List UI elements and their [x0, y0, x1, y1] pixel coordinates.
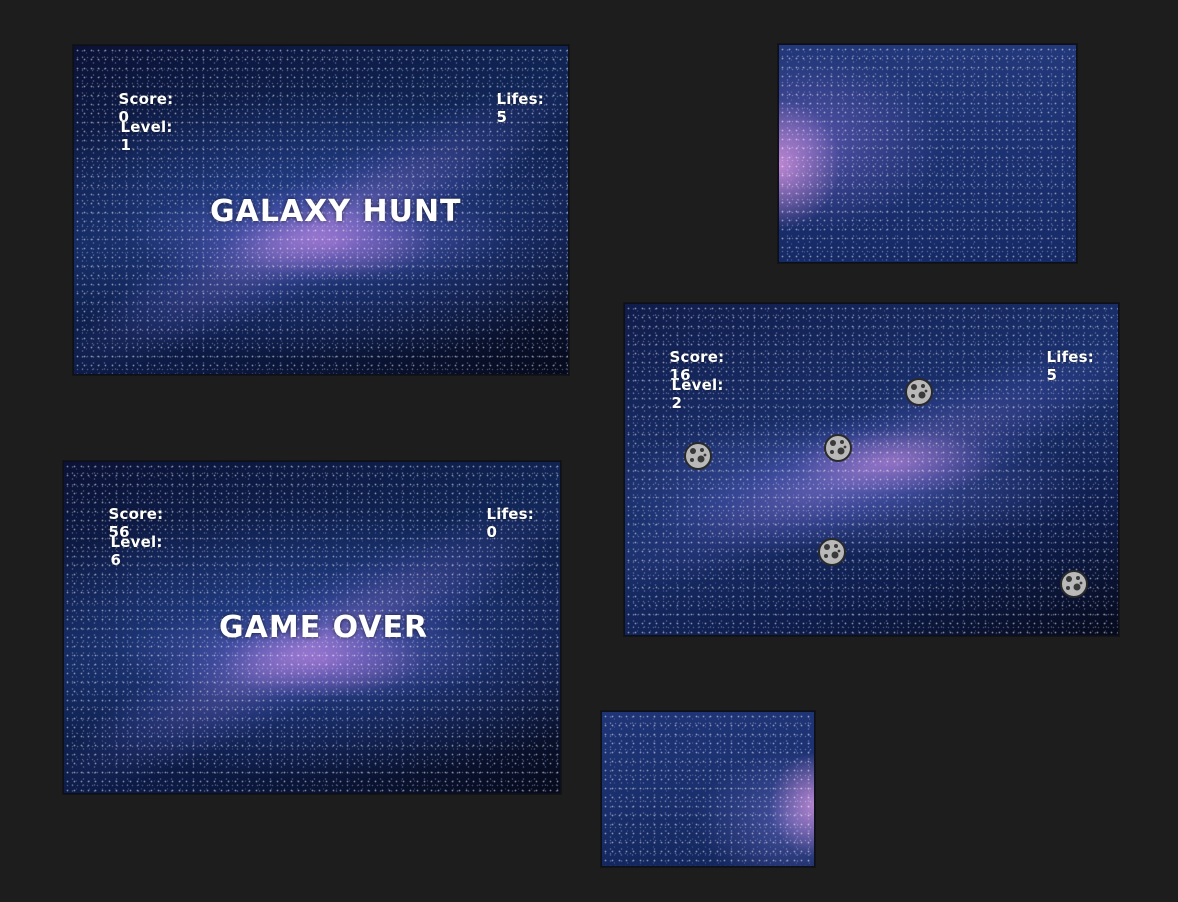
asteroid-icon[interactable] — [818, 538, 846, 566]
game-title: GALAXY HUNT — [210, 194, 462, 229]
lives-value: 5 — [1046, 366, 1058, 384]
lives-display: Lifes: 0 — [454, 487, 534, 559]
asteroid-icon[interactable] — [1060, 570, 1088, 598]
starfield — [602, 712, 814, 866]
title-screen: Score: 0 Level: 1 Lifes: 5 GALAXY HUNT — [73, 45, 569, 375]
level-display: Level: 2 — [639, 358, 724, 430]
gameplay-screen: Score: 16 Level: 2 Lifes: 5 — [624, 303, 1119, 636]
lives-label: Lifes: — [496, 90, 544, 108]
level-display: Level: 6 — [78, 515, 163, 587]
level-label: Level: — [671, 376, 724, 394]
lives-label: Lifes: — [1046, 348, 1094, 366]
starfield — [779, 45, 1076, 262]
level-value: 1 — [120, 136, 132, 154]
showcase-canvas: Score: 0 Level: 1 Lifes: 5 GALAXY HUNT S… — [0, 0, 1178, 902]
lives-label: Lifes: — [486, 505, 534, 523]
asteroid-icon[interactable] — [684, 442, 712, 470]
asteroid-icon[interactable] — [824, 434, 852, 462]
game-over-screen: Score: 56 Level: 6 Lifes: 0 GAME OVER — [63, 461, 561, 794]
lives-display: Lifes: 5 — [1014, 330, 1094, 402]
lives-value: 5 — [496, 108, 508, 126]
asteroid-icon[interactable] — [905, 378, 933, 406]
background-texture-1 — [778, 44, 1077, 263]
level-value: 2 — [671, 394, 683, 412]
lives-value: 0 — [486, 523, 498, 541]
level-label: Level: — [110, 533, 163, 551]
game-over-heading: GAME OVER — [219, 610, 429, 645]
level-value: 6 — [110, 551, 122, 569]
lives-display: Lifes: 5 — [464, 72, 544, 144]
background-texture-2 — [601, 711, 815, 867]
level-display: Level: 1 — [88, 100, 173, 172]
level-label: Level: — [120, 118, 173, 136]
